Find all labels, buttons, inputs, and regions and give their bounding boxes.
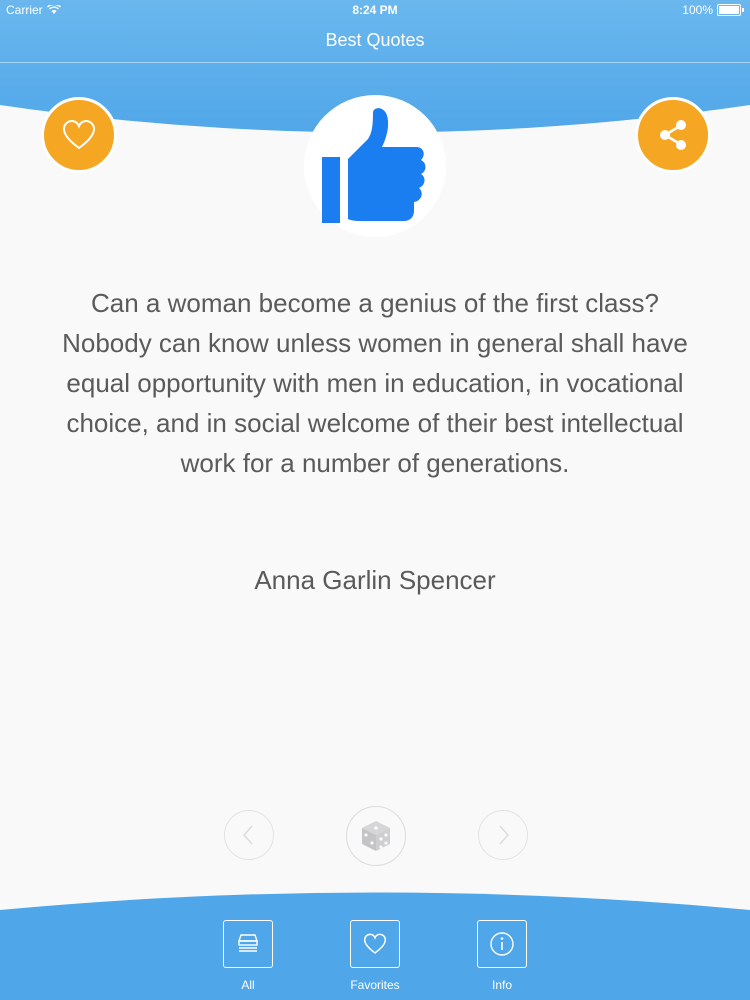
chevron-left-icon: [242, 825, 253, 845]
page-title: Best Quotes: [325, 30, 425, 50]
next-quote-button[interactable]: [478, 810, 528, 860]
chevron-right-icon: [499, 825, 510, 845]
status-bar: Carrier 8:24 PM 100%: [0, 0, 750, 20]
heart-icon: [363, 933, 387, 954]
info-icon: [490, 932, 514, 956]
battery-icon: [717, 4, 741, 16]
thumbs-up-icon: [322, 108, 426, 223]
battery-label: 100%: [682, 3, 713, 17]
tab-favorites[interactable]: Favorites: [335, 920, 415, 992]
tab-favorites-label: Favorites: [350, 978, 400, 992]
tab-info-icon-box: [477, 920, 527, 968]
battery-indicator: 100%: [682, 3, 744, 17]
tab-all[interactable]: All: [208, 920, 288, 992]
dice-icon: [362, 821, 390, 851]
tab-all-label: All: [241, 978, 255, 992]
quote-text: Can a woman become a genius of the first…: [62, 288, 688, 478]
tab-favorites-icon-box: [350, 920, 400, 968]
random-quote-button[interactable]: [346, 806, 406, 866]
previous-quote-button[interactable]: [224, 810, 274, 860]
thumbs-up-badge: [304, 95, 446, 237]
nav-divider: [0, 62, 750, 63]
favorite-button[interactable]: [41, 97, 117, 173]
quote-author: Anna Garlin Spencer: [254, 565, 496, 595]
tab-info-label: Info: [491, 978, 512, 992]
share-button[interactable]: [635, 97, 711, 173]
inbox-stack-icon: [238, 934, 258, 952]
status-time: 8:24 PM: [352, 3, 398, 17]
share-icon: [660, 120, 686, 150]
heart-icon: [62, 119, 96, 150]
tab-all-icon-box: [223, 920, 273, 968]
tab-info[interactable]: Info: [462, 920, 542, 992]
